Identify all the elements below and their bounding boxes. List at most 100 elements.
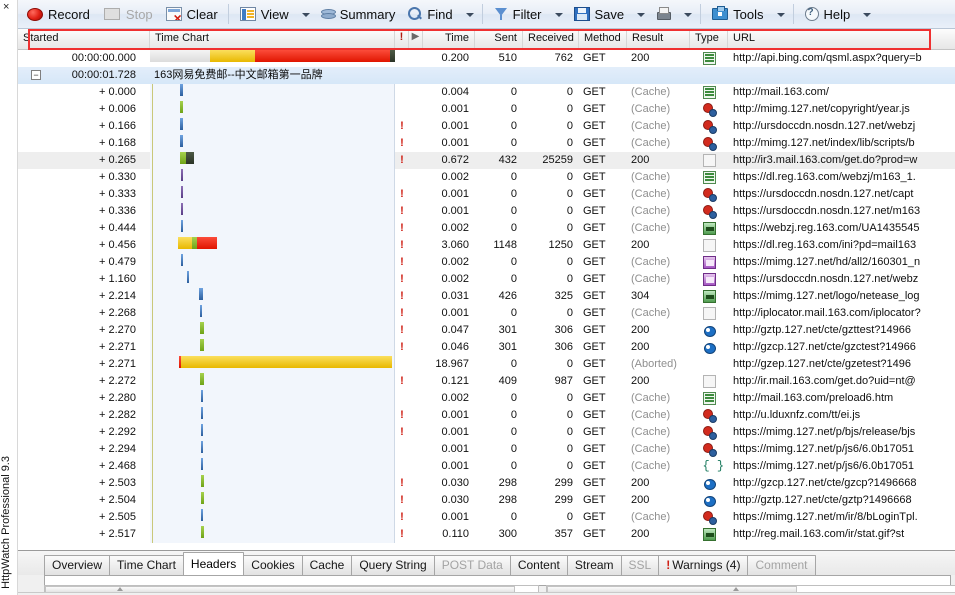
column-header-received[interactable]: Received — [523, 29, 579, 49]
cell-bookmark-flag[interactable] — [409, 220, 423, 237]
table-row[interactable]: + 2.270! 0.047 301 306 GET 200 http://gztp.127… — [18, 322, 955, 339]
toolbar-dropdown-filter[interactable] — [548, 2, 567, 27]
toolbar-dropdown-tools[interactable] — [770, 2, 789, 27]
close-icon[interactable]: × — [3, 2, 9, 13]
toolbar-button-filter[interactable]: Filter — [487, 2, 548, 27]
table-row[interactable]: + 2.503! 0.030 298 299 GET 200 http://gzcp.127… — [18, 475, 955, 492]
request-grid[interactable]: 00:00:00.000 0.200 510 762 GET 200 http://api.… — [18, 50, 955, 550]
table-row[interactable]: + 0.333! 0.001 0 0 GET (Cache) https://ursdocc… — [18, 186, 955, 203]
table-row[interactable]: + 0.330 0.002 0 0 GET (Cache) https://dl.reg.1… — [18, 169, 955, 186]
cell-bookmark-flag[interactable] — [409, 390, 423, 407]
cell-bookmark-flag[interactable] — [409, 118, 423, 135]
toolbar-button-save[interactable]: Save — [567, 2, 631, 27]
collapse-expander-icon[interactable]: − — [31, 70, 41, 80]
cell-bookmark-flag[interactable] — [409, 424, 423, 441]
column-header-method[interactable]: Method — [579, 29, 627, 49]
toolbar-button-record[interactable]: Record — [20, 2, 96, 27]
tab-warnings-4[interactable]: ! Warnings (4) — [658, 555, 749, 575]
toolbar-dropdown-view[interactable] — [295, 2, 314, 27]
tab-comment[interactable]: Comment — [747, 555, 816, 575]
tab-cookies[interactable]: Cookies — [243, 555, 303, 575]
table-row[interactable]: + 2.272! 0.121 409 987 GET 200 http://ir.mail.… — [18, 373, 955, 390]
cell-bookmark-flag[interactable] — [409, 526, 423, 543]
table-row[interactable]: + 2.292! 0.001 0 0 GET (Cache) https://mimg.12… — [18, 424, 955, 441]
table-row[interactable]: + 0.336! 0.001 0 0 GET (Cache) https://ursdocc… — [18, 203, 955, 220]
toolbar-button-summary[interactable]: Summary — [314, 2, 402, 27]
cell-bookmark-flag[interactable] — [409, 152, 423, 169]
cell-bookmark-flag[interactable] — [409, 458, 423, 475]
tab-overview[interactable]: Overview — [44, 555, 111, 575]
table-row[interactable]: + 0.168! 0.001 0 0 GET (Cache) http://mimg.127… — [18, 135, 955, 152]
cell-bookmark-flag[interactable] — [409, 492, 423, 509]
cell-bookmark-flag[interactable] — [409, 237, 423, 254]
tab-query-string[interactable]: Query String — [351, 555, 435, 575]
table-row[interactable]: + 2.214! 0.031 426 325 GET 304 https://mimg.12… — [18, 288, 955, 305]
table-row[interactable]: + 2.268! 0.001 0 0 GET (Cache) http://iplocato… — [18, 305, 955, 322]
cell-bookmark-flag[interactable] — [409, 101, 423, 118]
tab-post-data[interactable]: POST Data — [433, 555, 511, 575]
table-row[interactable]: + 0.456! 3.060 1148 1250 GET 200 https://dl.re… — [18, 237, 955, 254]
table-row[interactable]: + 0.479! 0.002 0 0 GET (Cache) https://mimg.12… — [18, 254, 955, 271]
table-row[interactable]: + 2.271! 0.046 301 306 GET 200 http://gzcp.127… — [18, 339, 955, 356]
tab-content[interactable]: Content — [509, 555, 568, 575]
toolbar-button-find[interactable]: Find — [401, 2, 458, 27]
tab-cache[interactable]: Cache — [301, 555, 353, 575]
toolbar-button-clear[interactable]: Clear — [159, 2, 224, 27]
cell-bookmark-flag[interactable] — [409, 50, 423, 67]
cell-bookmark-flag[interactable] — [409, 169, 423, 186]
cell-bookmark-flag[interactable] — [409, 356, 423, 373]
table-row[interactable]: + 0.265! 0.672 432 25259 GET 200 http://ir3.ma… — [18, 152, 955, 169]
cell-bookmark-flag[interactable] — [409, 254, 423, 271]
table-row[interactable]: + 2.505! 0.001 0 0 GET (Cache) https://mimg.12… — [18, 509, 955, 526]
cell-bookmark-flag[interactable] — [409, 373, 423, 390]
table-row[interactable]: + 2.517! 0.110 300 357 GET 200 http://reg.mail… — [18, 526, 955, 543]
table-row[interactable]: + 0.000 0.004 0 0 GET (Cache) http://mail.163.… — [18, 84, 955, 101]
toolbar-button-view[interactable]: View — [233, 2, 295, 27]
cell-bookmark-flag[interactable] — [409, 271, 423, 288]
tab-time-chart[interactable]: Time Chart — [109, 555, 184, 575]
toolbar-button-help[interactable]: Help — [798, 2, 857, 27]
table-row[interactable]: + 0.166! 0.001 0 0 GET (Cache) http://ursdoccd… — [18, 118, 955, 135]
toolbar-button-print[interactable] — [649, 2, 677, 27]
column-header-result[interactable]: Result — [627, 29, 690, 49]
table-row[interactable]: + 0.444! 0.002 0 0 GET (Cache) https://webzj.r… — [18, 220, 955, 237]
column-header-time[interactable]: Time — [423, 29, 475, 49]
cell-bookmark-flag[interactable] — [409, 186, 423, 203]
tab-headers[interactable]: Headers — [182, 552, 245, 575]
table-row[interactable]: + 0.006 0.001 0 0 GET (Cache) http://mimg.127.… — [18, 101, 955, 118]
column-header-type[interactable]: Type — [690, 29, 728, 49]
column-header-url[interactable]: URL — [728, 29, 955, 49]
column-header-chart[interactable]: Time Chart — [150, 29, 395, 49]
table-row[interactable]: + 2.468 0.001 0 0 GET (Cache) { } https://mimg.… — [18, 458, 955, 475]
cell-bookmark-flag[interactable] — [409, 135, 423, 152]
table-row[interactable]: + 2.504! 0.030 298 299 GET 200 http://gztp.127… — [18, 492, 955, 509]
column-header-started[interactable]: Started — [18, 29, 150, 49]
cell-bookmark-flag[interactable] — [409, 407, 423, 424]
column-header-warn[interactable]: ! — [395, 29, 409, 49]
toolbar-dropdown-help[interactable] — [856, 2, 875, 27]
table-row[interactable]: + 2.294 0.001 0 0 GET (Cache) https://mimg.127… — [18, 441, 955, 458]
tab-ssl[interactable]: SSL — [620, 555, 660, 575]
page-group-row[interactable]: 00:00:01.728−163网易免费邮--中文邮箱第一品牌 — [18, 67, 955, 84]
table-row[interactable]: + 2.282! 0.001 0 0 GET (Cache) http://u.lduxnf… — [18, 407, 955, 424]
toolbar-button-tools[interactable]: Tools — [705, 2, 769, 27]
table-row[interactable]: + 2.271 18.967 0 0 GET (Aborted) http://gzep.1… — [18, 356, 955, 373]
cell-bookmark-flag[interactable] — [409, 509, 423, 526]
column-header-flag[interactable]: ▶ — [409, 29, 423, 49]
cell-bookmark-flag[interactable] — [409, 475, 423, 492]
column-header-sent[interactable]: Sent — [475, 29, 523, 49]
table-row[interactable]: + 2.280 0.002 0 0 GET (Cache) http://mail.163.… — [18, 390, 955, 407]
cell-bookmark-flag[interactable] — [409, 305, 423, 322]
cell-bookmark-flag[interactable] — [409, 203, 423, 220]
toolbar-dropdown-save[interactable] — [630, 2, 649, 27]
cell-bookmark-flag[interactable] — [409, 84, 423, 101]
table-row[interactable]: 00:00:00.000 0.200 510 762 GET 200 http://api.… — [18, 50, 955, 67]
toolbar-dropdown-find[interactable] — [459, 2, 478, 27]
tab-stream[interactable]: Stream — [566, 555, 622, 575]
cell-bookmark-flag[interactable] — [409, 288, 423, 305]
toolbar-dropdown-print[interactable] — [677, 2, 696, 27]
table-row[interactable]: + 1.160! 0.002 0 0 GET (Cache) https://ursdocc… — [18, 271, 955, 288]
cell-bookmark-flag[interactable] — [409, 339, 423, 356]
cell-bookmark-flag[interactable] — [409, 322, 423, 339]
cell-bookmark-flag[interactable] — [409, 441, 423, 458]
